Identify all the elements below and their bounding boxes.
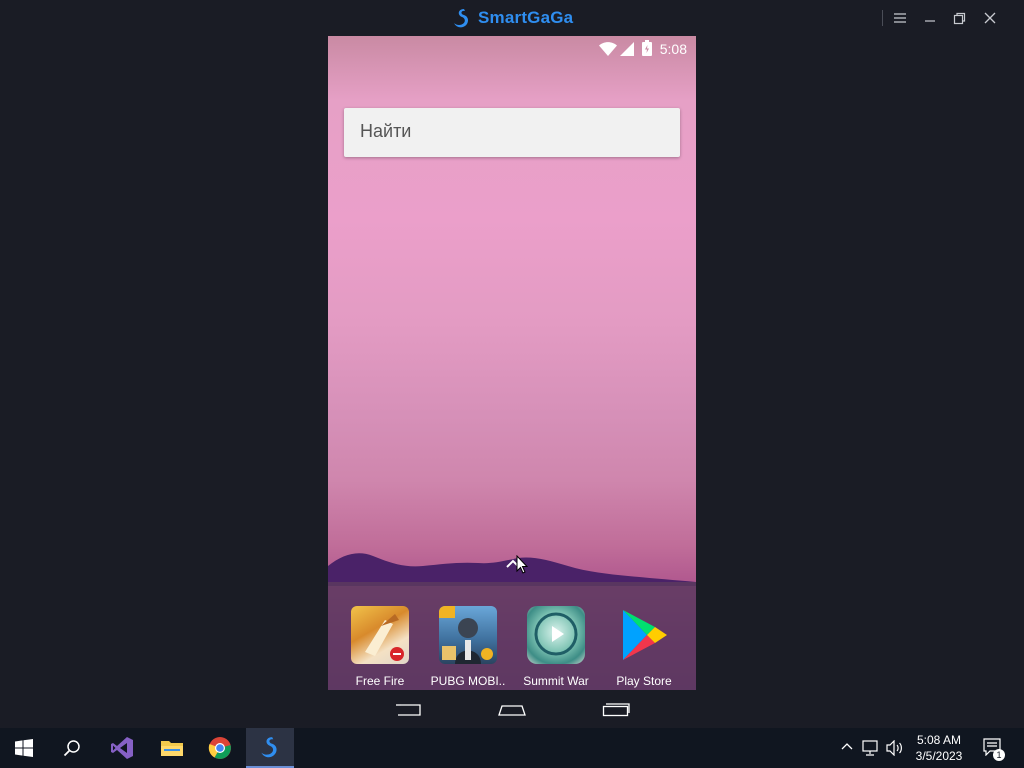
restore-button[interactable] bbox=[948, 8, 970, 28]
menu-icon bbox=[894, 13, 906, 23]
start-button[interactable] bbox=[0, 728, 48, 768]
app-pubg-mobile[interactable]: PUBG MOBI.. bbox=[426, 606, 510, 688]
taskbar-visual-studio[interactable] bbox=[98, 728, 146, 768]
android-nav-bar bbox=[328, 690, 696, 730]
mouse-cursor-icon bbox=[516, 555, 528, 574]
app-label: Play Store bbox=[616, 674, 672, 688]
folder-icon bbox=[161, 741, 183, 756]
search-button[interactable] bbox=[48, 728, 96, 768]
cell-signal-icon bbox=[620, 42, 634, 56]
clock-date: 3/5/2023 bbox=[915, 749, 963, 763]
titlebar-divider bbox=[882, 10, 883, 26]
volume-icon[interactable] bbox=[886, 740, 904, 756]
visual-studio-icon bbox=[111, 737, 133, 759]
windows-logo-icon bbox=[15, 739, 33, 757]
taskbar-clock[interactable]: 5:08 AM 3/5/2023 bbox=[906, 732, 972, 764]
app-play-store[interactable]: Play Store bbox=[602, 606, 686, 688]
app-dock: Free Fire PUBG MOBI.. Summit War Play St… bbox=[328, 582, 696, 690]
chevron-up-icon[interactable] bbox=[840, 740, 854, 754]
close-icon bbox=[984, 12, 996, 24]
free-fire-icon bbox=[351, 606, 409, 664]
network-icon[interactable] bbox=[862, 740, 880, 756]
status-bar: 5:08 bbox=[328, 36, 696, 62]
menu-button[interactable] bbox=[889, 8, 911, 28]
home-icon[interactable] bbox=[498, 703, 526, 717]
app-free-fire[interactable]: Free Fire bbox=[338, 606, 422, 688]
minimize-button[interactable] bbox=[919, 8, 941, 28]
app-label: Summit War bbox=[523, 674, 589, 688]
app-label: PUBG MOBI.. bbox=[430, 674, 506, 688]
windows-taskbar: 5:08 AM 3/5/2023 bbox=[0, 728, 1024, 768]
app-label: Free Fire bbox=[355, 674, 405, 688]
taskbar-smartgaga[interactable] bbox=[246, 728, 294, 768]
window-title: SmartGaGa bbox=[478, 8, 574, 27]
close-button[interactable] bbox=[979, 8, 1001, 28]
android-screen[interactable]: 5:08 Найти Free Fire PUBG MOBI.. Summit … bbox=[328, 36, 696, 690]
smartgaga-logo-icon bbox=[454, 9, 469, 28]
clock-time: 5:08 AM bbox=[916, 733, 962, 747]
back-icon[interactable] bbox=[394, 703, 422, 717]
taskbar-file-explorer[interactable] bbox=[148, 728, 196, 768]
summit-war-icon bbox=[527, 606, 585, 664]
emulator-titlebar: SmartGaGa bbox=[0, 0, 1024, 36]
app-brand: SmartGaGa bbox=[452, 6, 573, 30]
minimize-icon bbox=[925, 20, 935, 22]
taskbar-chrome[interactable] bbox=[196, 728, 244, 768]
recents-icon[interactable] bbox=[602, 702, 630, 718]
status-time: 5:08 bbox=[659, 41, 687, 57]
restore-icon bbox=[953, 12, 965, 24]
search-icon bbox=[63, 740, 80, 757]
battery-icon bbox=[642, 40, 652, 56]
search-placeholder: Найти bbox=[360, 121, 412, 141]
search-widget[interactable]: Найти bbox=[344, 108, 680, 157]
pubg-icon bbox=[439, 606, 497, 664]
chrome-icon bbox=[208, 737, 231, 759]
smartgaga-taskbar-icon bbox=[261, 737, 277, 758]
notification-badge: 1 bbox=[993, 749, 1005, 761]
play-store-icon bbox=[615, 606, 673, 664]
app-summit-war[interactable]: Summit War bbox=[514, 606, 598, 688]
wifi-icon bbox=[599, 42, 617, 56]
